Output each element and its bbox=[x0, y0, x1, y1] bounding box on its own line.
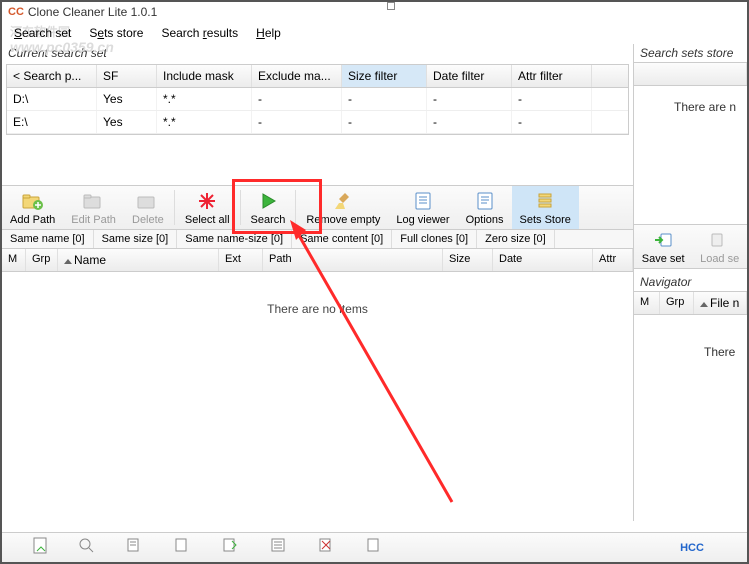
window-title: Clone Cleaner Lite 1.0.1 bbox=[28, 5, 157, 19]
toolbar-icon[interactable] bbox=[78, 537, 96, 558]
delete-button[interactable]: Delete bbox=[124, 186, 172, 229]
folder-edit-icon bbox=[83, 190, 105, 212]
current-search-set-label: Current search set bbox=[2, 44, 633, 62]
stack-icon bbox=[534, 190, 556, 212]
sets-store-button[interactable]: Sets Store bbox=[512, 186, 579, 229]
tab-same-size[interactable]: Same size [0] bbox=[94, 230, 178, 248]
save-set-button[interactable]: Save set bbox=[634, 225, 692, 268]
toolbar-icon[interactable] bbox=[222, 537, 240, 558]
navigator-label: Navigator bbox=[634, 273, 747, 291]
result-grid-header: M Grp Name Ext Path Size Date Attr bbox=[2, 249, 633, 272]
col-exclude-mask[interactable]: Exclude ma... bbox=[252, 65, 342, 87]
menu-search-set[interactable]: Search set bbox=[6, 24, 79, 42]
col-size[interactable]: Size bbox=[443, 249, 493, 271]
folder-delete-icon bbox=[137, 190, 159, 212]
col-search-path[interactable]: < Search p... bbox=[7, 65, 97, 87]
nav-col-grp[interactable]: Grp bbox=[660, 292, 694, 314]
log-viewer-button[interactable]: Log viewer bbox=[388, 186, 457, 229]
table-row[interactable]: D:\ Yes *.* - - - - bbox=[7, 88, 628, 111]
select-all-button[interactable]: Select all bbox=[177, 186, 238, 229]
document-icon bbox=[412, 190, 434, 212]
menubar: Search set Sets store Search results Hel… bbox=[2, 22, 747, 44]
search-sets-store-label: Search sets store bbox=[634, 44, 747, 62]
menu-help[interactable]: Help bbox=[248, 24, 289, 42]
options-button[interactable]: Options bbox=[458, 186, 512, 229]
navigator-header: M Grp File n bbox=[634, 291, 747, 315]
result-tabs: Same name [0] Same size [0] Same name-si… bbox=[2, 230, 633, 249]
main-toolbar: Add Path Edit Path Delete Select all Sea… bbox=[2, 185, 633, 230]
col-sf[interactable]: SF bbox=[97, 65, 157, 87]
nav-col-file[interactable]: File n bbox=[694, 292, 747, 314]
toolbar-icon[interactable] bbox=[32, 537, 48, 558]
col-include-mask[interactable]: Include mask bbox=[157, 65, 252, 87]
col-path[interactable]: Path bbox=[263, 249, 443, 271]
empty-message: There are no items bbox=[267, 302, 368, 316]
edit-path-button[interactable]: Edit Path bbox=[63, 186, 124, 229]
grid-header: < Search p... SF Include mask Exclude ma… bbox=[7, 65, 628, 88]
tab-full-clones[interactable]: Full clones [0] bbox=[392, 230, 477, 248]
remove-empty-button[interactable]: Remove empty bbox=[298, 186, 388, 229]
sort-asc-icon bbox=[64, 259, 72, 264]
tab-same-name-size[interactable]: Same name-size [0] bbox=[177, 230, 292, 248]
result-body: There are no items bbox=[2, 272, 633, 521]
col-m[interactable]: M bbox=[2, 249, 26, 271]
app-icon: CC bbox=[8, 6, 24, 18]
search-set-grid: < Search p... SF Include mask Exclude ma… bbox=[6, 64, 629, 135]
menu-search-results[interactable]: Search results bbox=[153, 24, 246, 42]
col-size-filter[interactable]: Size filter bbox=[342, 65, 427, 87]
tab-same-content[interactable]: Same content [0] bbox=[292, 230, 392, 248]
folder-plus-icon bbox=[22, 190, 44, 212]
add-path-button[interactable]: Add Path bbox=[2, 186, 63, 229]
sets-store-body: There are n bbox=[634, 86, 747, 196]
col-ext[interactable]: Ext bbox=[219, 249, 263, 271]
col-name[interactable]: Name bbox=[58, 249, 219, 271]
col-grp[interactable]: Grp bbox=[26, 249, 58, 271]
table-row[interactable]: E:\ Yes *.* - - - - bbox=[7, 111, 628, 134]
bottom-toolbar: HCC bbox=[2, 532, 747, 562]
navigator-body: There bbox=[634, 315, 747, 359]
col-attr-filter[interactable]: Attr filter bbox=[512, 65, 592, 87]
toolbar-icon[interactable] bbox=[126, 537, 144, 558]
col-date[interactable]: Date bbox=[493, 249, 593, 271]
col-date-filter[interactable]: Date filter bbox=[427, 65, 512, 87]
play-icon bbox=[257, 190, 279, 212]
search-button[interactable]: Search bbox=[243, 186, 294, 229]
tab-zero-size[interactable]: Zero size [0] bbox=[477, 230, 555, 248]
menu-sets-store[interactable]: Sets store bbox=[81, 24, 151, 42]
sort-asc-icon bbox=[700, 302, 708, 307]
window-decoration bbox=[387, 2, 395, 10]
toolbar-icon[interactable] bbox=[270, 537, 288, 558]
asterisk-icon bbox=[196, 190, 218, 212]
broom-icon bbox=[332, 190, 354, 212]
toolbar-icon[interactable] bbox=[366, 537, 384, 558]
toolbar-icon[interactable] bbox=[318, 537, 336, 558]
titlebar: CC Clone Cleaner Lite 1.0.1 bbox=[2, 2, 747, 22]
tab-same-name[interactable]: Same name [0] bbox=[2, 230, 94, 248]
nav-col-m[interactable]: M bbox=[634, 292, 660, 314]
col-attr[interactable]: Attr bbox=[593, 249, 633, 271]
list-icon bbox=[474, 190, 496, 212]
load-set-button[interactable]: Load se bbox=[692, 225, 747, 268]
load-icon bbox=[709, 229, 731, 251]
toolbar-icon[interactable] bbox=[174, 537, 192, 558]
hcc-label: HCC bbox=[637, 542, 747, 554]
save-arrow-icon bbox=[652, 229, 674, 251]
